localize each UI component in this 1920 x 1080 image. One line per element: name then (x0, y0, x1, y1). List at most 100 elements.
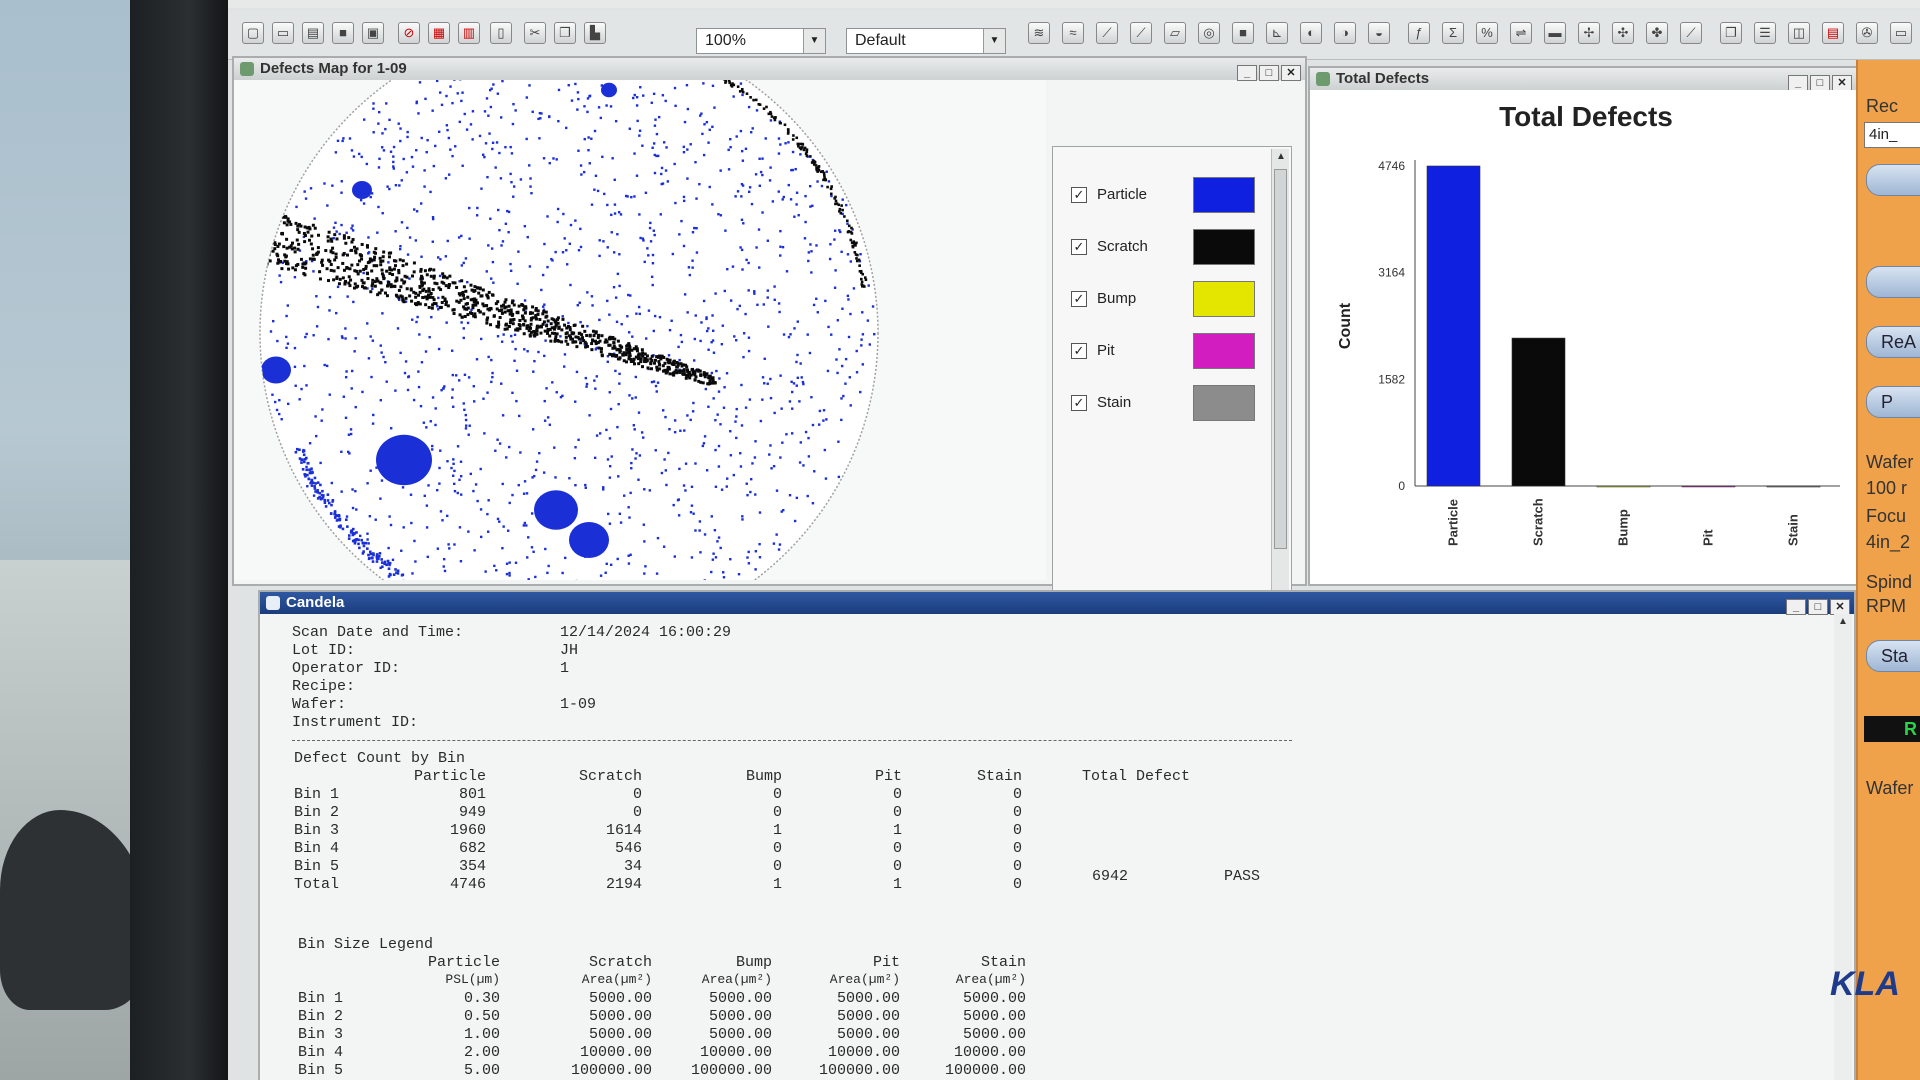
cut-icon[interactable]: ✂ (524, 22, 546, 44)
legend-checkbox[interactable]: ✓ (1071, 395, 1087, 411)
wafer-map[interactable] (234, 80, 1046, 580)
scroll-up-icon[interactable]: ▲ (1838, 616, 1848, 627)
total-defects-titlebar[interactable]: Total Defects _ □ ✕ (1310, 68, 1856, 91)
side-button-1[interactable] (1866, 164, 1920, 196)
tool-icon-15[interactable]: ✣ (1612, 22, 1634, 44)
paste-icon[interactable]: ▙ (584, 22, 606, 44)
legend-row-stain[interactable]: ✓ Stain (1071, 385, 1271, 421)
save-all-icon[interactable]: ▣ (362, 22, 384, 44)
spindle-label: Spind (1866, 572, 1913, 592)
tool-icon-8[interactable]: ⊾ (1266, 22, 1288, 44)
report-field-value: 12/14/2024 16:00:29 (560, 624, 732, 641)
tile-horizontal-icon[interactable]: ☰ (1754, 22, 1776, 44)
bin-cell: 100000.00 (690, 1062, 772, 1079)
defect-column-header: Scratch (578, 768, 642, 785)
tool-icon-17[interactable]: ⟋ (1680, 22, 1702, 44)
tool-icon-19[interactable]: ✇ (1856, 22, 1878, 44)
tool-icon-5[interactable]: ▱ (1164, 22, 1186, 44)
legend-checkbox[interactable]: ✓ (1071, 291, 1087, 307)
tool-icon-18[interactable]: ▤ (1822, 22, 1844, 44)
monitor-bezel (130, 0, 230, 1080)
legend-color-swatch[interactable] (1193, 229, 1255, 265)
close-icon[interactable]: ✕ (1830, 599, 1850, 615)
scroll-up-icon[interactable]: ▲ (1276, 151, 1286, 162)
minimize-icon[interactable]: _ (1788, 75, 1808, 91)
close-icon[interactable]: ✕ (1281, 65, 1301, 81)
recipe-input[interactable]: 4in_ (1864, 122, 1920, 148)
maximize-icon[interactable]: □ (1808, 599, 1828, 615)
print-icon[interactable]: ▤ (302, 22, 324, 44)
report-vertical-scrollbar[interactable]: ▲ (1834, 614, 1852, 1080)
maximize-icon[interactable]: □ (1259, 65, 1279, 81)
tool-icon-4[interactable]: ⟋ (1130, 22, 1152, 44)
stop-icon[interactable]: ⊘ (398, 22, 420, 44)
legend-vertical-scrollbar[interactable]: ▲ ▼ (1271, 149, 1289, 629)
save-icon[interactable]: ■ (332, 22, 354, 44)
legend-color-swatch[interactable] (1193, 177, 1255, 213)
defects-map-titlebar[interactable]: Defects Map for 1-09 _ □ ✕ (234, 58, 1305, 81)
tool-icon-13[interactable]: ▬ (1544, 22, 1566, 44)
bin-cell: 100000.00 (570, 1062, 652, 1079)
chart-bar-pit (1681, 485, 1736, 488)
legend-checkbox[interactable]: ✓ (1071, 343, 1087, 359)
bin-row-label: Bin 3 (298, 1026, 344, 1043)
legend-label: Stain (1097, 394, 1132, 411)
read-button[interactable]: ReA (1866, 326, 1920, 358)
cascade-icon[interactable]: ❐ (1720, 22, 1742, 44)
tool-icon-9[interactable]: ◐ (1300, 22, 1322, 44)
new-file-icon[interactable]: ▢ (242, 22, 264, 44)
tool-icon-12[interactable]: ⇌ (1510, 22, 1532, 44)
tool-icon-10[interactable]: ◑ (1334, 22, 1356, 44)
scan-stop-icon[interactable]: ▥ (458, 22, 480, 44)
candela-report-window: Candela _ □ ✕ ▲ Scan Date and Time: 12/14/2… (258, 590, 1856, 1080)
legend-row-particle[interactable]: ✓ Particle (1071, 177, 1271, 213)
report-icon[interactable]: ▯ (490, 22, 512, 44)
defect-column-header: Stain (976, 768, 1022, 785)
p-button[interactable]: P (1866, 386, 1920, 418)
minimize-icon[interactable]: _ (1786, 599, 1806, 615)
zoom-select[interactable]: 100% ▼ (696, 28, 826, 54)
legend-color-swatch[interactable] (1193, 385, 1255, 421)
legend-row-bump[interactable]: ✓ Bump (1071, 281, 1271, 317)
legend-checkbox[interactable]: ✓ (1071, 239, 1087, 255)
legend-scroll-thumb[interactable] (1274, 169, 1287, 549)
function-icon[interactable]: ƒ (1408, 22, 1430, 44)
tool-icon-14[interactable]: ✢ (1578, 22, 1600, 44)
legend-checkbox[interactable]: ✓ (1071, 187, 1087, 203)
copy-icon[interactable]: ❐ (554, 22, 576, 44)
chevron-down-icon[interactable]: ▼ (803, 29, 825, 53)
maximize-icon[interactable]: □ (1810, 75, 1830, 91)
candela-titlebar[interactable]: Candela _ □ ✕ (260, 592, 1854, 615)
total-defects-window-title: Total Defects (1336, 70, 1430, 87)
tool-icon-3[interactable]: ⟋ (1096, 22, 1118, 44)
bin-row-label: Bin 5 (298, 1062, 344, 1079)
legend-label: Particle (1097, 186, 1148, 203)
tool-icon-6[interactable]: ◎ (1198, 22, 1220, 44)
close-icon[interactable]: ✕ (1832, 75, 1852, 91)
tool-icon-2[interactable]: ≈ (1062, 22, 1084, 44)
sum-icon[interactable]: Σ (1442, 22, 1464, 44)
legend-row-scratch[interactable]: ✓ Scratch (1071, 229, 1271, 265)
profile-select[interactable]: Default ▼ (846, 28, 1006, 54)
tool-icon-1[interactable]: ≋ (1028, 22, 1050, 44)
start-button[interactable]: Sta (1866, 640, 1920, 672)
scan-icon[interactable]: ▦ (428, 22, 450, 44)
tool-icon-20[interactable]: ▭ (1890, 22, 1912, 44)
side-button-2[interactable] (1866, 266, 1920, 298)
open-folder-icon[interactable]: ▭ (272, 22, 294, 44)
legend-color-swatch[interactable] (1193, 281, 1255, 317)
minimize-icon[interactable]: _ (1237, 65, 1257, 81)
chevron-down-icon[interactable]: ▼ (983, 29, 1005, 53)
tool-icon-11[interactable]: ◒ (1368, 22, 1390, 44)
bin-cell: 0.50 (463, 1008, 500, 1025)
chart-bar-bump (1596, 485, 1651, 488)
bin-cell: 5000.00 (708, 990, 772, 1007)
legend-row-pit[interactable]: ✓ Pit (1071, 333, 1271, 369)
tool-icon-7[interactable]: ■ (1232, 22, 1254, 44)
tile-vertical-icon[interactable]: ◫ (1788, 22, 1810, 44)
defect-cell: 0 (1012, 822, 1022, 839)
legend-color-swatch[interactable] (1193, 333, 1255, 369)
tool-icon-16[interactable]: ✤ (1646, 22, 1668, 44)
chart-y-tick-label: 0 (1398, 479, 1405, 493)
percent-icon[interactable]: % (1476, 22, 1498, 44)
